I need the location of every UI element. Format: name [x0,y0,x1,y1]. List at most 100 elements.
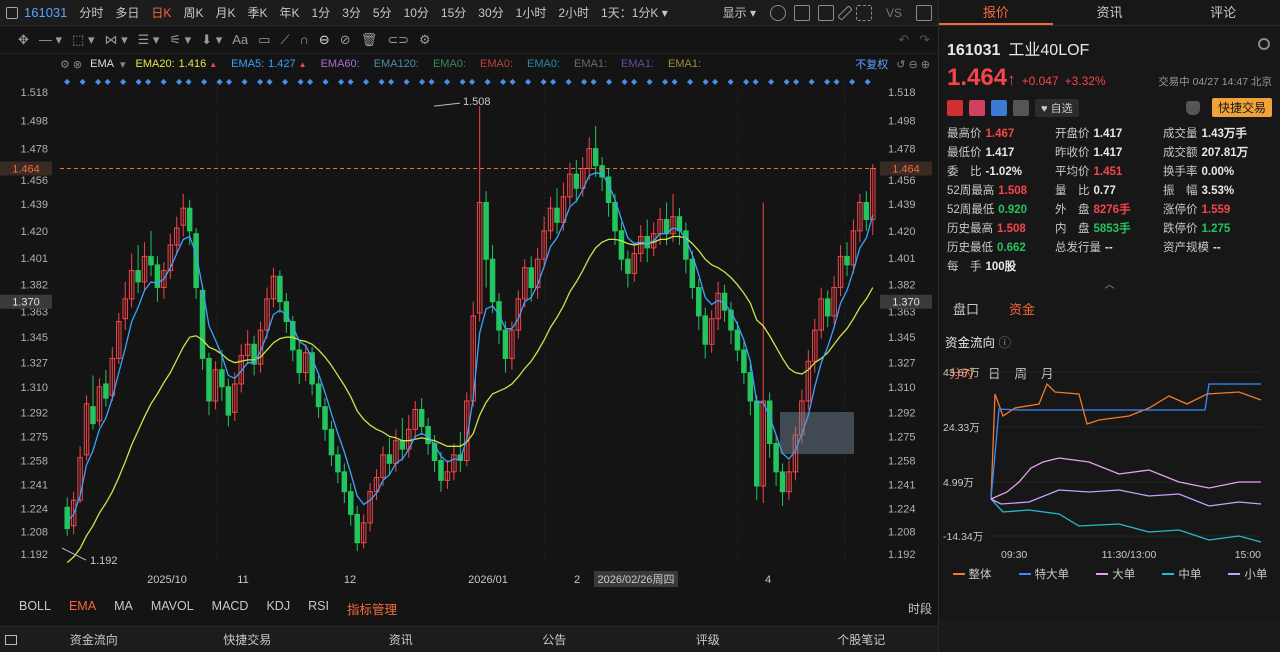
event-marker[interactable]: ◆ [242,77,249,86]
legend-item-3[interactable]: 中单 [1162,566,1201,582]
indicator-tab-3[interactable]: MAVOL [142,599,203,618]
channel-tool-icon[interactable]: ⚟ ▾ [169,32,191,48]
event-marker[interactable]: ◆ [485,77,492,86]
settings-icon[interactable] [769,4,786,21]
depth-tab-1[interactable]: 资金 [1009,299,1035,318]
line-tool-icon[interactable]: — ▾ [39,32,62,48]
event-marker[interactable]: ◆ [500,77,507,86]
arrow-down-tool-icon[interactable]: ⬇ ▾ [201,32,222,48]
footer-item-4[interactable]: 评级 [631,631,785,648]
candle-body[interactable] [644,236,650,249]
indicator-settings-icon[interactable]: ⚙ ⊗ [60,58,82,71]
event-marker[interactable]: ◆ [363,77,370,86]
delete-tool-icon[interactable]: 🗑 [361,32,378,48]
candle-body[interactable] [135,270,141,283]
footer-item-1[interactable]: 快捷交易 [171,631,325,648]
candle-body[interactable] [612,202,618,232]
period-tab-14[interactable]: 2小时 [552,4,595,21]
hide-tool-icon[interactable]: ⊘ [340,32,351,48]
quote-tab-1[interactable]: 资讯 [1053,0,1167,25]
event-marker[interactable]: ◆ [379,77,386,86]
event-marker[interactable]: ◆ [631,77,638,86]
indicator-dropdown-icon[interactable]: ▾ [120,58,126,71]
event-marker[interactable]: ◆ [662,77,669,86]
display-menu[interactable]: 显示 ▾ [717,4,762,21]
period-tab-0[interactable]: 分时 [73,4,109,21]
event-marker[interactable]: ◆ [267,77,274,86]
redo-icon[interactable]: ↷ [919,32,930,48]
event-marker[interactable]: ◆ [510,77,517,86]
indicator-tab-0[interactable]: BOLL [10,599,60,618]
event-marker[interactable]: ◆ [784,77,791,86]
candle-body[interactable] [335,454,341,473]
fullscreen-icon[interactable] [855,4,872,21]
candle-body[interactable] [283,301,290,323]
candle-body[interactable] [219,369,225,388]
comment-tool-icon[interactable]: ▭ [258,32,270,48]
event-marker[interactable]: ◆ [743,77,750,86]
candle-body[interactable] [863,202,870,221]
menu-icon[interactable] [6,6,18,19]
event-marker[interactable]: ◆ [849,77,856,86]
period-tab-9[interactable]: 5分 [367,4,398,21]
indicator-tab-6[interactable]: RSI [299,599,338,618]
range-select[interactable]: 1天：1分K ▾ [595,4,674,21]
event-marker[interactable]: ◆ [429,77,436,86]
legend-item-1[interactable]: 特大单 [1018,566,1069,582]
event-marker[interactable]: ◆ [161,77,168,86]
period-range-button[interactable]: 时段 [908,600,932,617]
candle-body[interactable] [625,258,631,274]
candle-body[interactable] [618,230,625,260]
indicator-tab-2[interactable]: MA [105,599,142,618]
kline-svg[interactable]: 1.518 1.518 1.498 1.498 1.478 1.478 1.456 1.456… [0,74,938,594]
candle-body[interactable] [689,258,696,289]
candle-body[interactable] [754,400,760,487]
event-marker[interactable]: ◆ [712,77,719,86]
fork-tool-icon[interactable]: ⋈ ▾ [104,32,127,48]
add-watchlist-button[interactable]: ♥ 自选 [1035,98,1079,117]
crosshair-icon[interactable]: ✥ [18,32,29,48]
undo-icon[interactable]: ↶ [898,32,909,48]
candle-body[interactable] [315,383,322,408]
quick-trade-button[interactable]: 快捷交易 [1211,98,1272,117]
legend-item-0[interactable]: 整体 [952,566,992,582]
event-marker[interactable]: ◆ [566,77,573,86]
event-marker[interactable]: ◆ [824,77,831,86]
candle-body[interactable] [734,329,741,351]
footer-item-3[interactable]: 公告 [478,631,632,648]
event-marker[interactable]: ◆ [703,77,710,86]
depth-tab-0[interactable]: 盘口 [953,299,979,318]
fib-tool-icon[interactable]: ☰ ▾ [138,32,160,48]
candle-body[interactable] [773,443,779,473]
event-marker[interactable]: ◆ [460,77,467,86]
event-marker[interactable]: ◆ [581,77,588,86]
period-tab-7[interactable]: 1分 [306,4,337,21]
candle-body[interactable] [399,440,406,450]
candle-body[interactable] [747,372,754,402]
candle-body[interactable] [148,255,154,266]
indicator-tab-4[interactable]: MACD [203,599,258,618]
event-marker[interactable]: ◆ [647,77,654,86]
event-marker[interactable]: ◆ [591,77,598,86]
event-marker[interactable]: ◆ [145,77,152,86]
period-tab-5[interactable]: 季K [241,4,273,21]
candle-body[interactable] [728,309,734,331]
stock-code-label[interactable]: 161031 [18,5,73,20]
selection-box[interactable] [780,412,854,454]
info-icon[interactable]: ⓘ [999,336,1012,350]
candle-body[interactable] [186,207,193,232]
period-tab-3[interactable]: 周K [177,4,209,21]
candle-body[interactable] [702,315,708,345]
event-marker[interactable]: ◆ [388,77,395,86]
indicator-item-0[interactable]: EMA20: 1.416 ▲ [136,58,218,70]
doc-icon[interactable] [1013,99,1029,116]
event-marker[interactable]: ◆ [793,77,800,86]
candle-body[interactable] [489,258,496,303]
event-marker[interactable]: ◆ [753,77,760,86]
camera-icon[interactable] [817,4,834,21]
candle-body[interactable] [225,386,232,416]
period-tab-4[interactable]: 月K [209,4,241,21]
candle-body[interactable] [386,454,393,464]
event-marker[interactable]: ◆ [226,77,233,86]
eraser-tool-icon[interactable]: ⟋ [280,32,289,48]
